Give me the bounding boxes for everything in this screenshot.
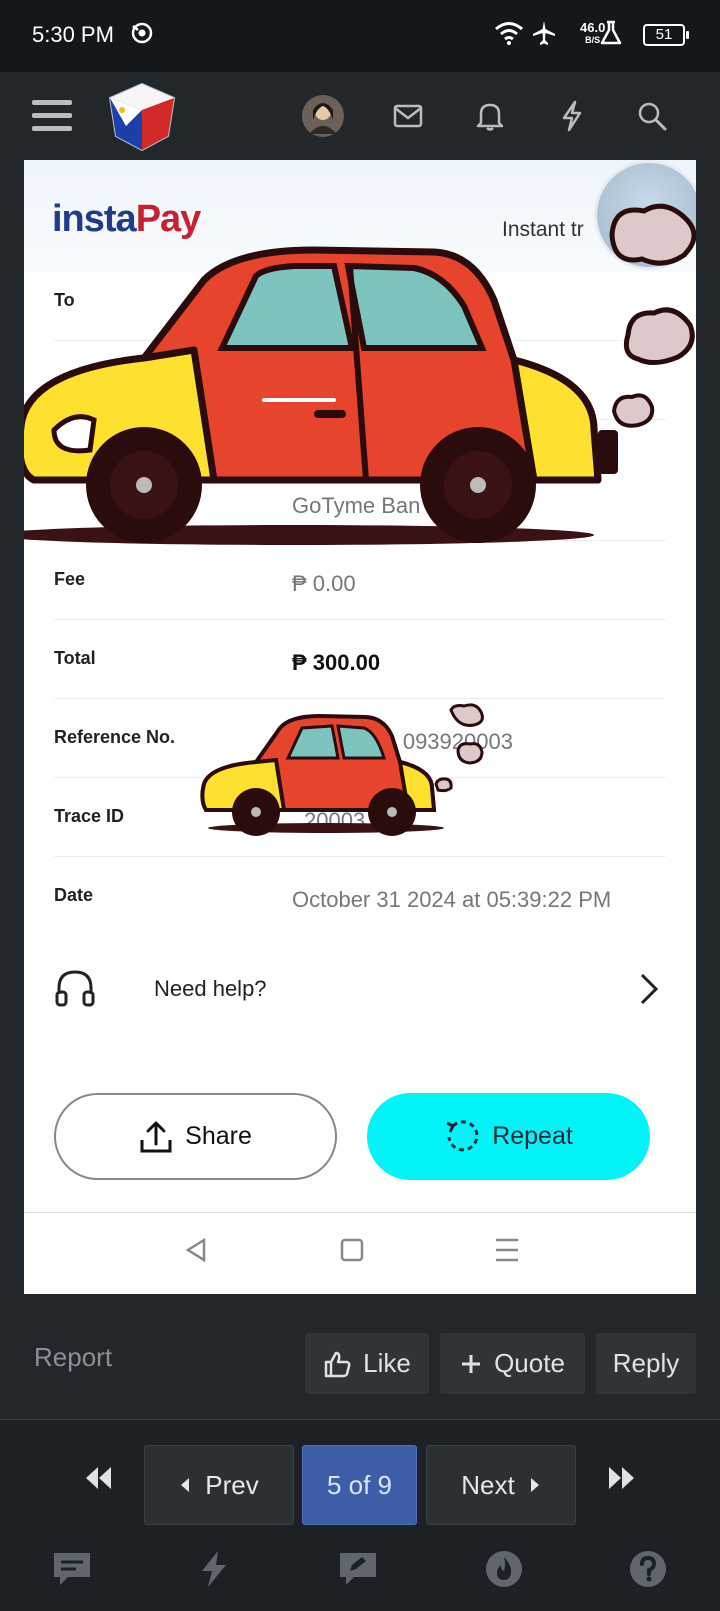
edit-icon[interactable] (336, 1549, 380, 1589)
row-value: ₱ 0.00 (292, 571, 356, 596)
prev-label: Prev (205, 1469, 259, 1500)
report-link[interactable]: Report (34, 1342, 112, 1373)
forum-logo[interactable] (104, 72, 180, 160)
row-value: ₱ 300.00 (292, 650, 381, 675)
headset-icon (55, 970, 95, 1007)
prev-button[interactable]: Prev (144, 1445, 294, 1525)
search-button[interactable] (632, 72, 672, 160)
smoke-puffs-large (609, 203, 696, 428)
share-label: Share (185, 1122, 252, 1150)
home-square-icon (340, 1238, 364, 1262)
wifi-icon (494, 20, 524, 51)
bell-icon (476, 103, 504, 131)
whats-new-button[interactable] (552, 72, 592, 160)
quote-label: Quote (494, 1348, 565, 1378)
menu-button[interactable] (28, 72, 76, 160)
reply-button[interactable]: Reply (596, 1333, 696, 1394)
row-total: Total ₱ 300.00 (54, 620, 666, 699)
last-page-icon[interactable] (608, 1465, 636, 1491)
brand-part2: Pay (135, 198, 202, 240)
bolt-icon (562, 100, 582, 132)
row-label: Date (54, 885, 94, 905)
share-button[interactable]: Share (54, 1093, 337, 1180)
chat-icon[interactable] (50, 1549, 94, 1589)
hamburger-icon (32, 100, 72, 131)
status-time: 5:30 PM (32, 22, 114, 47)
status-bar: 5:30 PM 46.0 B/S 51 (0, 0, 720, 72)
top-nav (0, 72, 720, 160)
caret-right-icon (530, 1478, 539, 1492)
next-button[interactable]: Next (426, 1445, 576, 1525)
row-label: Fee (54, 569, 86, 589)
like-button[interactable]: Like (305, 1333, 429, 1394)
lightning-icon[interactable] (196, 1549, 232, 1589)
chevron-right-icon (640, 973, 659, 1005)
fire-icon[interactable] (484, 1549, 524, 1589)
need-help-label: Need help? (154, 976, 267, 1001)
row-label: Trace ID (54, 806, 125, 826)
plus-icon (462, 1354, 481, 1373)
brand-part1: insta (52, 198, 137, 240)
flask-icon (600, 20, 622, 51)
vpn-icon (130, 20, 154, 51)
battery-icon: 51 (643, 24, 689, 46)
caret-left-icon (181, 1478, 190, 1492)
back-triangle-icon (185, 1237, 206, 1263)
current-page-label: 5 of 9 (326, 1469, 393, 1500)
repeat-button[interactable]: Repeat (367, 1093, 650, 1180)
recents-lines-icon (496, 1238, 518, 1262)
share-upload-icon (140, 1121, 172, 1152)
current-page[interactable]: 5 of 9 (302, 1445, 417, 1525)
quote-button[interactable]: Quote (440, 1333, 585, 1394)
airplane-icon (532, 20, 556, 51)
help-icon[interactable] (628, 1549, 668, 1589)
next-label: Next (461, 1469, 515, 1500)
mail-icon (393, 104, 423, 128)
alerts-button[interactable] (470, 72, 510, 160)
avatar[interactable] (300, 72, 346, 160)
search-icon (638, 102, 667, 131)
repeat-icon (446, 1119, 479, 1151)
instant-transfer-label: Instant tr (502, 218, 584, 241)
instapay-logo: instaPay (52, 198, 202, 241)
row-label: Total (54, 648, 96, 668)
repeat-label: Repeat (492, 1122, 573, 1150)
row-date: Date October 31 2024 at 05:39:22 PM (54, 857, 666, 936)
row-value: October 31 2024 at 05:39:22 PM (292, 887, 612, 912)
like-label: Like (363, 1348, 411, 1378)
row-label: Reference No. (54, 727, 176, 747)
need-help-row[interactable]: Need help? (54, 950, 666, 1030)
receipt-attachment[interactable]: instaPay Instant tr To GoTyme Ban Fee ₱ … (24, 160, 696, 1294)
car-sticker-small (200, 703, 484, 836)
thumbs-up-icon (324, 1351, 351, 1377)
reply-label: Reply (612, 1348, 680, 1378)
phone-nav-bar (24, 1212, 696, 1294)
first-page-icon[interactable] (84, 1465, 112, 1491)
mail-button[interactable] (388, 72, 428, 160)
